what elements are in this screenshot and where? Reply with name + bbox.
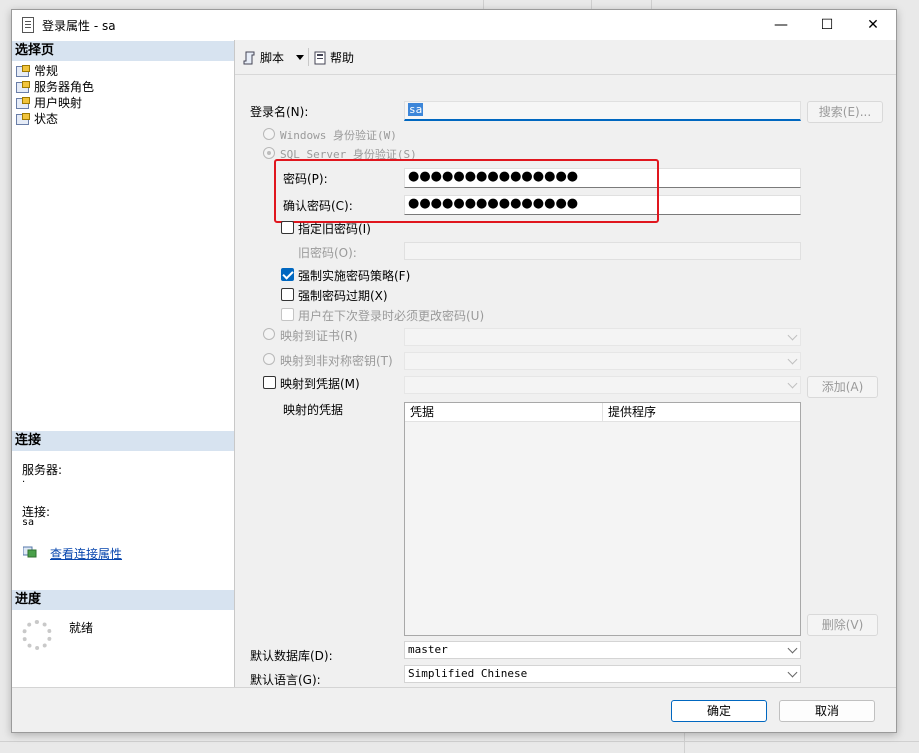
script-label: 脚本	[260, 51, 285, 65]
cancel-button[interactable]: 取消	[779, 700, 875, 722]
toolbar-separator	[308, 48, 309, 66]
nav-item-label: 常规	[34, 64, 59, 78]
server-value: .	[22, 474, 26, 485]
nav-item-user-mapping[interactable]: 用户映射	[16, 95, 82, 111]
nav-item-server-roles[interactable]: 服务器角色	[16, 79, 94, 95]
script-dropdown-chevron-icon[interactable]	[296, 55, 304, 60]
help-label: 帮助	[330, 51, 355, 65]
old-password-label: 旧密码(O):	[298, 246, 357, 260]
background-line	[651, 0, 652, 9]
ok-button[interactable]: 确定	[671, 700, 767, 722]
view-connection-properties-link[interactable]: 查看连接属性	[50, 545, 122, 562]
help-button[interactable]: 帮助	[313, 49, 354, 66]
chevron-down-icon	[787, 354, 798, 365]
help-icon	[314, 51, 326, 65]
map-credential-label: 映射到凭据(M)	[280, 377, 360, 391]
dialog-footer: 确定 取消	[12, 687, 896, 732]
close-button[interactable]: ✕	[850, 10, 896, 40]
default-database-label: 默认数据库(D):	[250, 649, 333, 663]
chevron-down-icon	[787, 330, 798, 341]
maximize-button[interactable]: ☐	[804, 10, 850, 40]
enforce-policy-checkbox[interactable]	[281, 268, 294, 281]
map-credential-checkbox[interactable]	[263, 376, 276, 389]
connection-header: 连接	[12, 431, 234, 451]
default-language-label: 默认语言(G):	[250, 673, 321, 687]
specify-old-password-checkbox[interactable]	[281, 221, 294, 234]
login-properties-dialog: 登录属性 - sa — ☐ ✕ 选择页 常规 服务器角色 用户映射 状态 连接 …	[11, 9, 897, 733]
page-icon	[16, 113, 30, 125]
minimize-button[interactable]: —	[758, 10, 804, 40]
chevron-down-icon	[787, 378, 798, 389]
default-database-value: master	[408, 643, 448, 656]
chevron-down-icon	[787, 643, 798, 654]
title-bar: 登录属性 - sa — ☐ ✕	[12, 10, 896, 40]
add-button[interactable]: 添加(A)	[807, 376, 878, 398]
page-icon	[16, 97, 30, 109]
connection-properties-icon	[23, 546, 37, 558]
login-name-label: 登录名(N):	[250, 105, 309, 119]
window-title: 登录属性 - sa	[42, 19, 116, 33]
old-password-input[interactable]	[404, 242, 801, 260]
toolbar: 脚本 帮助	[235, 40, 896, 75]
background-line	[0, 741, 919, 742]
connection-value: sa	[22, 517, 35, 528]
login-name-value: sa	[408, 103, 424, 116]
script-icon	[243, 51, 255, 65]
must-change-checkbox[interactable]	[281, 308, 294, 321]
map-asymmetric-key-label: 映射到非对称密钥(T)	[280, 354, 393, 368]
default-database-combo[interactable]: master	[404, 641, 801, 659]
script-button[interactable]: 脚本	[243, 49, 284, 66]
right-panel: 脚本 帮助 登录名(N): sa 搜索(E)... Windows 身份验证(W…	[235, 40, 896, 687]
enforce-expiration-checkbox[interactable]	[281, 288, 294, 301]
default-language-value: Simplified Chinese	[408, 667, 528, 680]
progress-header: 进度	[12, 590, 234, 610]
default-language-combo[interactable]: Simplified Chinese	[404, 665, 801, 683]
background-line	[591, 0, 592, 9]
credential-combo[interactable]	[404, 376, 801, 394]
page-icon	[16, 65, 30, 77]
nav-item-status[interactable]: 状态	[16, 111, 58, 127]
page-icon	[16, 81, 30, 93]
specify-old-password-label: 指定旧密码(I)	[298, 222, 371, 236]
certificate-combo[interactable]	[404, 328, 801, 346]
enforce-policy-label: 强制实施密码策略(F)	[298, 269, 411, 283]
server-label: 服务器:	[22, 463, 63, 477]
windows-auth-radio[interactable]	[263, 128, 275, 140]
select-page-header: 选择页	[12, 41, 234, 61]
remove-button[interactable]: 删除(V)	[807, 614, 878, 636]
map-certificate-label: 映射到证书(R)	[280, 329, 358, 343]
document-icon	[22, 17, 34, 33]
mapped-credentials-label: 映射的凭据	[283, 403, 344, 417]
highlight-box	[274, 159, 659, 223]
map-asymmetric-key-radio[interactable]	[263, 353, 275, 365]
login-name-input[interactable]: sa	[404, 101, 801, 121]
nav-item-label: 服务器角色	[34, 80, 95, 94]
mapped-credentials-list[interactable]: 凭据 提供程序	[404, 402, 801, 636]
asymmetric-key-combo[interactable]	[404, 352, 801, 370]
left-panel: 选择页 常规 服务器角色 用户映射 状态 连接 服务器: . 连接: sa 查看…	[12, 40, 235, 687]
progress-status: 就绪	[69, 621, 94, 635]
column-header-provider[interactable]: 提供程序	[603, 403, 800, 422]
nav-item-general[interactable]: 常规	[16, 63, 58, 79]
nav-item-label: 状态	[34, 112, 59, 126]
search-button[interactable]: 搜索(E)...	[807, 101, 883, 123]
enforce-expiration-label: 强制密码过期(X)	[298, 289, 388, 303]
windows-auth-label: Windows 身份验证(W)	[280, 129, 397, 142]
sql-auth-radio[interactable]	[263, 147, 275, 159]
background-line	[684, 731, 685, 753]
map-certificate-radio[interactable]	[263, 328, 275, 340]
column-header-credential[interactable]: 凭据	[405, 403, 603, 422]
background-line	[483, 0, 484, 9]
chevron-down-icon	[787, 667, 798, 678]
progress-spinner-icon	[22, 620, 52, 650]
nav-item-label: 用户映射	[34, 96, 83, 110]
must-change-label: 用户在下次登录时必须更改密码(U)	[298, 309, 485, 323]
